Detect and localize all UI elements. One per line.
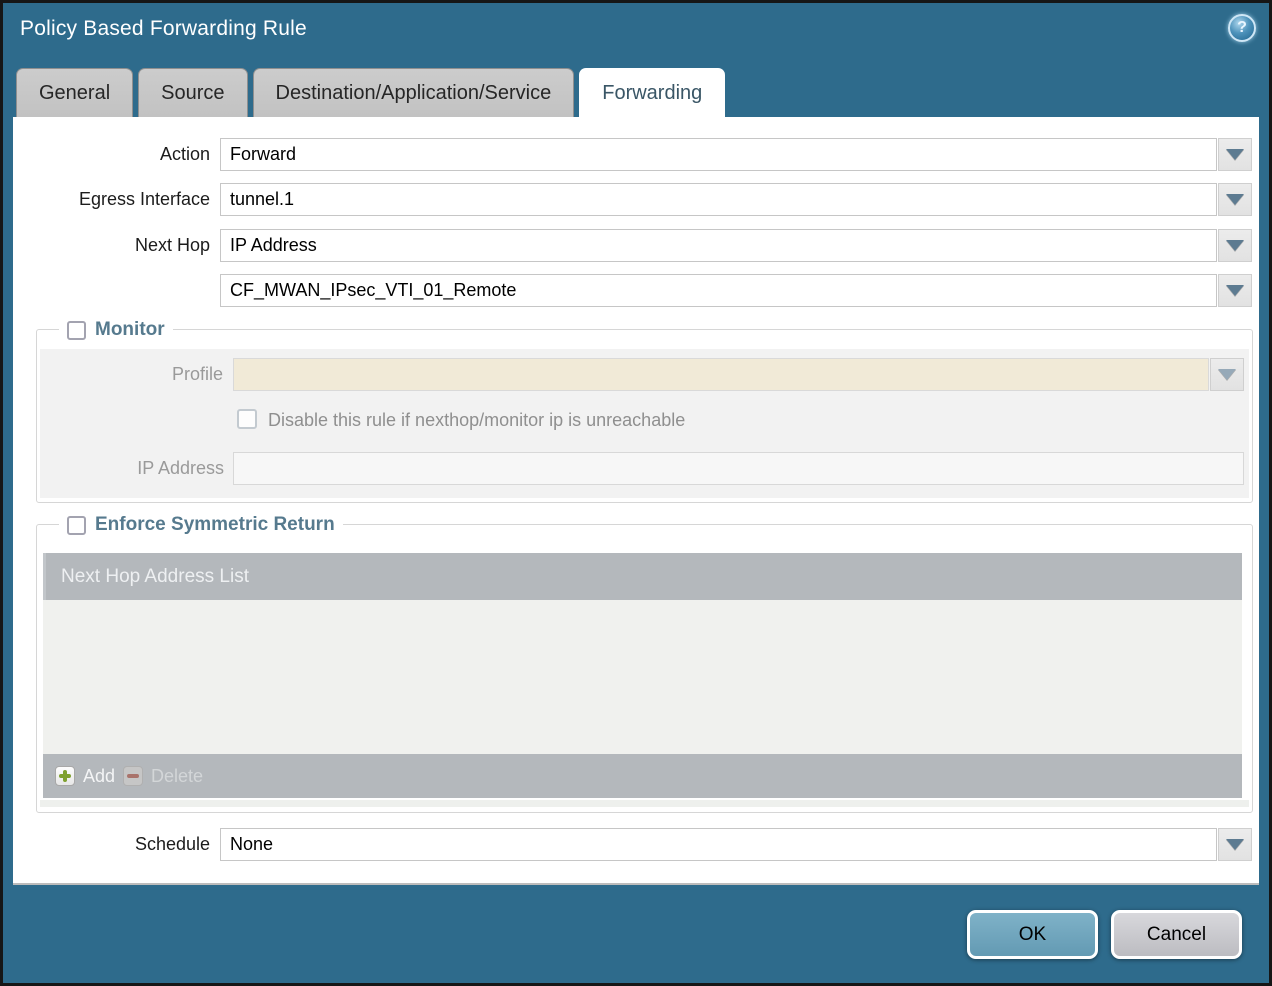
- next-hop-address-input[interactable]: [220, 274, 1217, 307]
- add-icon[interactable]: [55, 766, 75, 786]
- tab-source[interactable]: Source: [138, 68, 247, 117]
- tab-destination-application-service[interactable]: Destination/Application/Service: [253, 68, 575, 117]
- tab-destination-label: Destination/Application/Service: [276, 82, 552, 105]
- chevron-down-icon: [1226, 149, 1244, 160]
- next-hop-address-list-footer: Add Delete: [43, 754, 1242, 798]
- delete-icon[interactable]: [123, 766, 143, 786]
- enforce-legend-label: Enforce Symmetric Return: [95, 514, 335, 536]
- tab-general[interactable]: General: [16, 68, 133, 117]
- enforce-symmetric-return-checkbox[interactable]: [67, 516, 86, 535]
- chevron-down-icon: [1218, 369, 1236, 380]
- enforce-symmetric-return-fieldset: Enforce Symmetric Return Next Hop Addres…: [36, 524, 1253, 813]
- egress-interface-label: Egress Interface: [13, 183, 210, 216]
- next-hop-address-list-table: Next Hop Address List Add Delete: [43, 553, 1242, 798]
- egress-interface-dropdown-button[interactable]: [1218, 183, 1252, 216]
- next-hop-address-list-body: [43, 600, 1242, 754]
- tab-bar: General Source Destination/Application/S…: [16, 68, 725, 117]
- action-dropdown-button[interactable]: [1218, 138, 1252, 171]
- next-hop-type-input[interactable]: [220, 229, 1217, 262]
- next-hop-address-list-header: Next Hop Address List: [43, 553, 1242, 600]
- monitor-legend-label: Monitor: [95, 319, 165, 341]
- next-hop-label: Next Hop: [13, 229, 210, 262]
- pbf-rule-dialog: Policy Based Forwarding Rule ? General S…: [0, 0, 1272, 986]
- next-hop-type-dropdown-button[interactable]: [1218, 229, 1252, 262]
- action-input[interactable]: [220, 138, 1217, 171]
- chevron-down-icon: [1226, 285, 1244, 296]
- chevron-down-icon: [1226, 194, 1244, 205]
- ok-button[interactable]: OK: [967, 910, 1098, 959]
- tab-forwarding-label: Forwarding: [602, 82, 702, 105]
- disable-rule-checkbox: [237, 409, 257, 429]
- delete-button[interactable]: Delete: [151, 766, 203, 787]
- monitor-ip-address-label: IP Address: [37, 452, 224, 485]
- cancel-button[interactable]: Cancel: [1111, 910, 1242, 959]
- monitor-checkbox[interactable]: [67, 321, 86, 340]
- tab-source-label: Source: [161, 82, 224, 105]
- profile-dropdown-button: [1210, 358, 1244, 391]
- tab-general-label: General: [39, 82, 110, 105]
- disable-rule-label: Disable this rule if nexthop/monitor ip …: [268, 409, 685, 431]
- schedule-dropdown-button[interactable]: [1218, 828, 1252, 861]
- forwarding-tab-panel: Action Egress Interface Next Hop Monitor: [13, 117, 1259, 885]
- question-mark-glyph: ?: [1237, 19, 1247, 37]
- profile-label: Profile: [37, 358, 223, 391]
- chevron-down-icon: [1226, 839, 1244, 850]
- tab-forwarding[interactable]: Forwarding: [579, 68, 725, 117]
- schedule-label: Schedule: [13, 828, 210, 861]
- profile-input: [233, 358, 1209, 391]
- next-hop-address-dropdown-button[interactable]: [1218, 274, 1252, 307]
- enforce-legend: Enforce Symmetric Return: [59, 513, 343, 537]
- egress-interface-input[interactable]: [220, 183, 1217, 216]
- monitor-fieldset: Monitor Profile Disable this rule if nex…: [36, 329, 1253, 503]
- schedule-input[interactable]: [220, 828, 1217, 861]
- add-button[interactable]: Add: [83, 766, 115, 787]
- action-label: Action: [13, 138, 210, 171]
- dialog-title: Policy Based Forwarding Rule: [20, 17, 307, 41]
- table-bottom-strip: [40, 800, 1249, 807]
- help-icon[interactable]: ?: [1228, 14, 1256, 42]
- monitor-legend: Monitor: [59, 318, 173, 342]
- chevron-down-icon: [1226, 240, 1244, 251]
- monitor-ip-address-input: [233, 452, 1244, 485]
